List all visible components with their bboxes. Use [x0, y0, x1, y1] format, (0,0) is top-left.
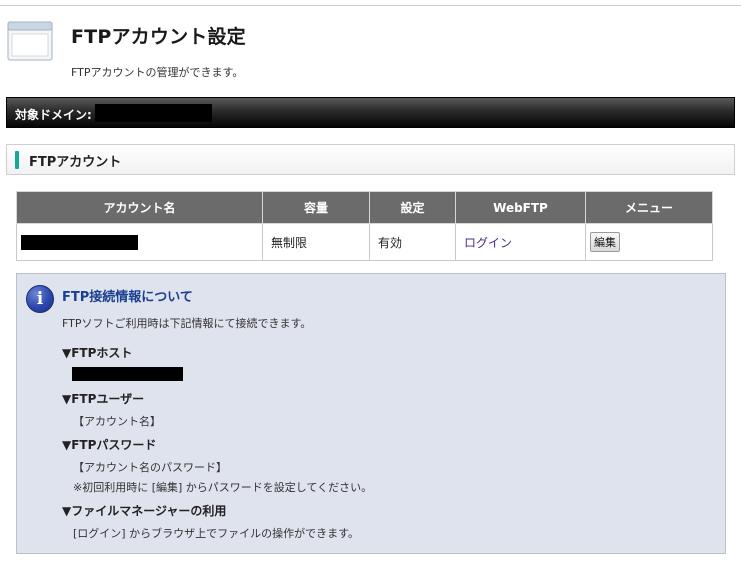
ftp-password-note: ※初回利用時に [編集] からパスワードを設定してください。 — [73, 481, 373, 494]
section-title: FTPアカウント — [29, 155, 122, 170]
info-intro: FTPソフトご利用時は下記情報にて接続できます。 — [62, 317, 312, 330]
menu-cell: 編集 — [585, 223, 713, 261]
info-icon: i — [26, 285, 54, 313]
capacity-cell: 無制限 — [262, 223, 370, 261]
column-header-setting: 設定 — [369, 191, 456, 224]
ftp-user-heading: ▼FTPユーザー — [62, 392, 145, 406]
webftp-login-link[interactable]: ログイン — [464, 236, 512, 250]
ftp-connection-info-box: i FTP接続情報について FTPソフトご利用時は下記情報にて接続できます。 ▼… — [16, 273, 726, 554]
info-title: FTP接続情報について — [62, 290, 193, 305]
account-name-cell — [16, 223, 263, 261]
ftp-password-heading: ▼FTPパスワード — [62, 438, 157, 452]
ftp-host-value-redacted — [72, 367, 183, 381]
column-header-menu: メニュー — [585, 191, 713, 224]
page-subtitle: FTPアカウントの管理ができます。 — [71, 66, 244, 79]
target-domain-bar: 対象ドメイン: — [6, 97, 735, 128]
table-row: 無制限 有効 ログイン 編集 — [16, 223, 713, 261]
setting-cell: 有効 — [369, 223, 456, 261]
column-header-account-name: アカウント名 — [16, 191, 263, 224]
account-name-redacted — [21, 234, 138, 250]
edit-button[interactable]: 編集 — [590, 232, 620, 252]
ftp-host-heading: ▼FTPホスト — [62, 346, 133, 360]
page-title: FTPアカウント設定 — [71, 26, 246, 48]
target-domain-label: 対象ドメイン: — [15, 108, 92, 122]
ftp-password-value: 【アカウント名のパスワード】 — [73, 461, 227, 474]
column-header-webftp: WebFTP — [455, 191, 586, 224]
ftp-user-value: 【アカウント名】 — [73, 415, 161, 428]
column-header-capacity: 容量 — [262, 191, 370, 224]
ftp-account-table: アカウント名 容量 設定 WebFTP メニュー 無制限 有効 ログイン 編集 — [16, 191, 713, 261]
top-divider — [0, 5, 741, 6]
section-accent-bar — [15, 151, 19, 169]
webftp-cell: ログイン — [455, 223, 586, 261]
table-header-row: アカウント名 容量 設定 WebFTP メニュー — [16, 191, 713, 224]
window-icon — [7, 21, 53, 61]
section-header: FTPアカウント — [6, 144, 735, 175]
file-manager-heading: ▼ファイルマネージャーの利用 — [62, 504, 227, 518]
file-manager-text: [ログイン] からブラウザ上でファイルの操作ができます。 — [73, 527, 359, 540]
target-domain-value-redacted — [95, 104, 212, 122]
